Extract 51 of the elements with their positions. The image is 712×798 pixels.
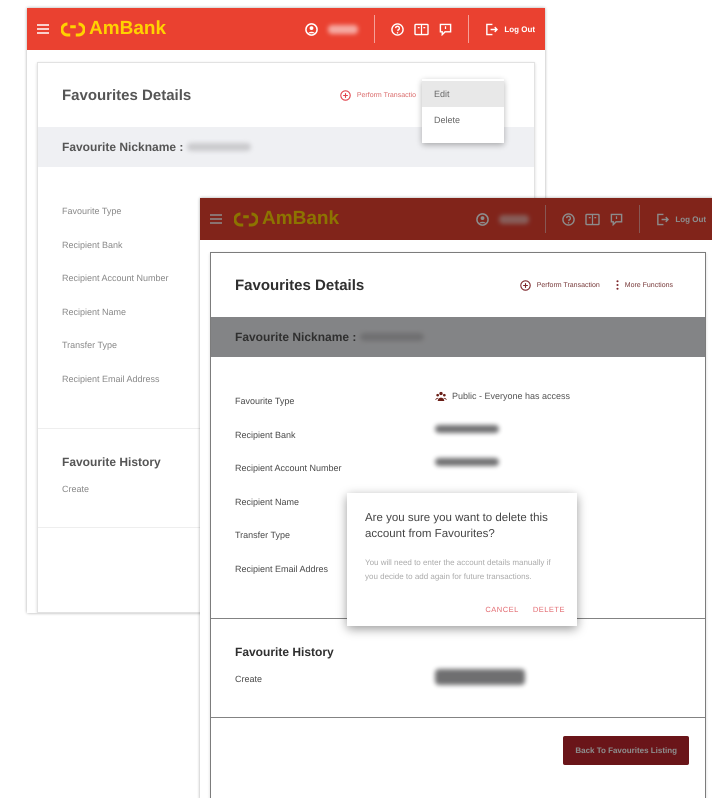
field-label: Favourite Type bbox=[235, 396, 294, 406]
kebab-icon bbox=[616, 279, 619, 291]
bank-logo: AmBank bbox=[262, 208, 340, 230]
history-label: Create bbox=[235, 674, 262, 684]
logout-link[interactable]: Log Out bbox=[504, 24, 535, 34]
section-title: Favourite History bbox=[235, 645, 334, 659]
field-value: Public - Everyone has access bbox=[435, 391, 570, 401]
logout-link[interactable]: Log Out bbox=[675, 214, 706, 224]
chat-icon[interactable] bbox=[439, 22, 452, 36]
history-label: Create bbox=[62, 484, 90, 494]
redacted-name bbox=[499, 214, 530, 224]
add-icon bbox=[340, 90, 351, 100]
help-icon[interactable] bbox=[391, 22, 404, 36]
add-icon bbox=[520, 280, 531, 290]
redacted-name bbox=[328, 24, 358, 34]
chat-icon[interactable] bbox=[610, 212, 624, 226]
section-title: Favourite History bbox=[62, 455, 161, 469]
menu-icon[interactable] bbox=[210, 214, 222, 224]
page-title: Favourites Details bbox=[235, 276, 366, 294]
group-icon bbox=[435, 391, 447, 401]
menu-item[interactable]: Delete bbox=[422, 107, 504, 133]
help-icon[interactable] bbox=[562, 212, 576, 226]
nickname-label: Favourite Nickname : bbox=[235, 330, 356, 344]
field-label: Recipient Bank bbox=[235, 430, 296, 440]
dialog-message: You will need to enter the account details manually if you decide to add again for future transactions. bbox=[365, 557, 552, 584]
logout-icon[interactable] bbox=[485, 22, 498, 36]
field-label: Transfer Type bbox=[235, 530, 290, 540]
field-label: Transfer Type bbox=[62, 340, 118, 350]
field-label: Recipient Account Number bbox=[235, 463, 342, 473]
dialog-title: Are you sure you want to delete this account from Favourites? bbox=[365, 511, 549, 542]
menu-item[interactable]: Edit bbox=[422, 81, 504, 107]
user-icon[interactable] bbox=[305, 22, 318, 36]
bank-logo: AmBank bbox=[89, 18, 166, 40]
field-label: Recipient Email Address bbox=[62, 374, 160, 384]
field-label: Favourite Type bbox=[62, 206, 122, 216]
field-label: Recipient Name bbox=[62, 306, 126, 316]
book-icon[interactable] bbox=[585, 212, 600, 226]
user-icon[interactable] bbox=[476, 212, 490, 226]
redacted-value bbox=[187, 143, 252, 151]
logout-icon[interactable] bbox=[656, 212, 670, 226]
book-icon[interactable] bbox=[414, 22, 430, 36]
logo-icon bbox=[234, 212, 258, 226]
menu-icon[interactable] bbox=[37, 24, 49, 34]
page-title: Favourites Details bbox=[62, 86, 192, 104]
nickname-label: Favourite Nickname : bbox=[62, 140, 184, 154]
logo-icon bbox=[61, 22, 85, 36]
field-label: Recipient Name bbox=[235, 496, 300, 506]
field-label: Recipient Account Number bbox=[62, 273, 169, 283]
back-button[interactable]: Back To Favourites Listing bbox=[563, 736, 689, 764]
field-label: Recipient Bank bbox=[62, 240, 123, 250]
field-label: Recipient Email Addres bbox=[235, 564, 328, 574]
